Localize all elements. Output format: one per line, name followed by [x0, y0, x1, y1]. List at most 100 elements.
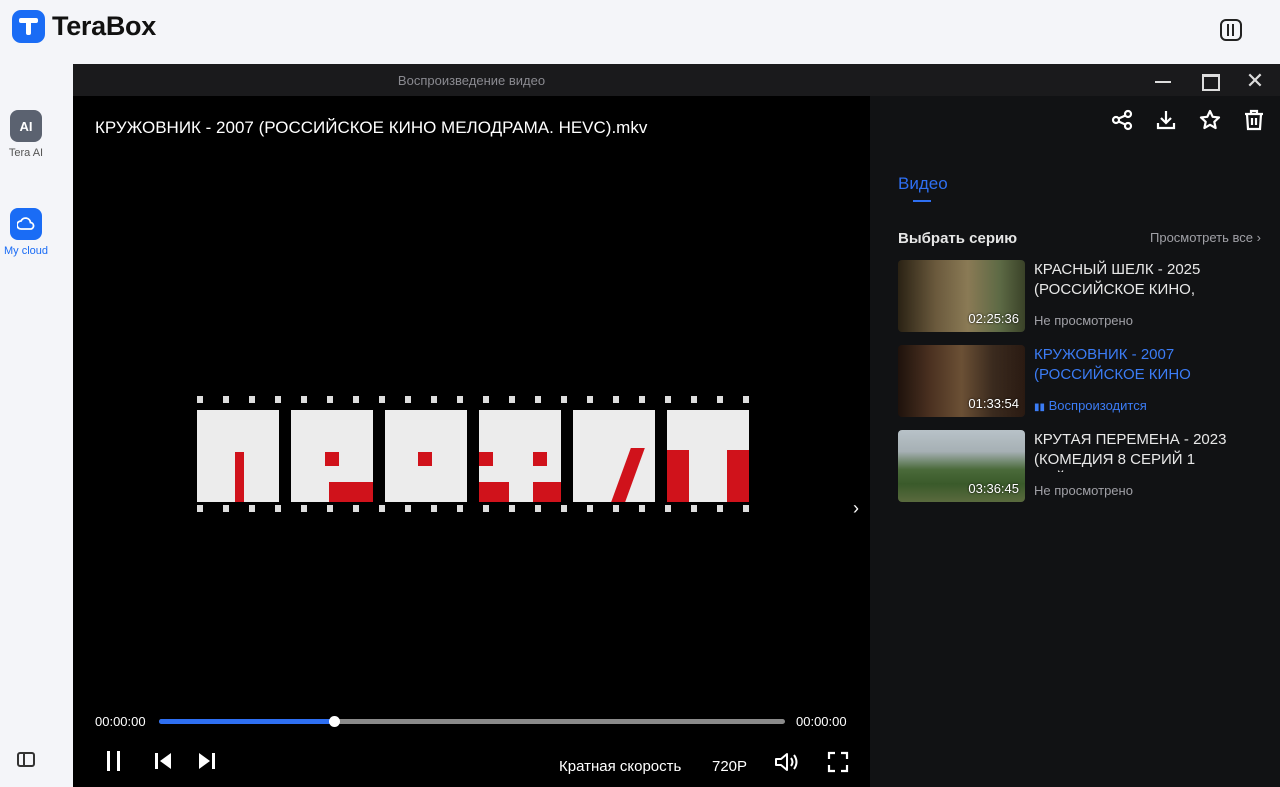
player-title-bar: Воспроизведение видео ✕	[73, 64, 1280, 96]
episode-title: КРУЖОВНИК - 2007 (РОССИЙСКОЕ КИНО МЕЛОДР…	[1034, 346, 1191, 387]
episode-status: Не просмотрено	[1034, 483, 1133, 498]
frame-letter-mark	[223, 505, 229, 512]
progress-fill	[159, 719, 335, 724]
video-file-title: КРУЖОВНИК - 2007 (РОССИЙСКОЕ КИНО МЕЛОДР…	[95, 118, 648, 137]
episode-thumbnail: 02:25:36	[898, 260, 1025, 332]
episode-item[interactable]: 01:33:54 КРУЖОВНИК - 2007 (РОССИЙСКОЕ КИ…	[898, 345, 1270, 417]
frame-letter-mark	[327, 396, 333, 403]
episode-duration: 03:36:45	[968, 481, 1019, 496]
frame-letter-mark	[613, 505, 619, 512]
frame-letter-mark	[587, 396, 593, 403]
star-icon[interactable]	[1198, 108, 1222, 132]
frame-letter-mark	[509, 505, 515, 512]
current-time: 00:00:00	[95, 714, 146, 729]
ai-icon: AI	[10, 110, 42, 142]
chevron-right-icon[interactable]: ›	[853, 498, 859, 519]
panel-actions	[1110, 108, 1266, 132]
sidebar-item-my-cloud[interactable]: My cloud	[0, 208, 52, 257]
chevron-right-icon: ›	[1256, 230, 1261, 245]
close-button[interactable]: ✕	[1243, 70, 1267, 92]
episode-status: Не просмотрено	[1034, 313, 1133, 328]
trash-icon[interactable]	[1242, 108, 1266, 132]
volume-icon[interactable]	[773, 751, 799, 773]
fullscreen-icon[interactable]	[827, 751, 849, 773]
cloud-icon	[10, 208, 42, 240]
frame-letter-mark	[249, 505, 255, 512]
frame-letter-mark	[353, 505, 359, 512]
video-frame-image	[197, 396, 749, 516]
sidebar-item-label: My cloud	[3, 245, 49, 257]
frame-letter-mark	[379, 505, 385, 512]
frame-letter-mark	[691, 505, 697, 512]
frame-letter-mark	[431, 505, 437, 512]
episode-title: КРУТАЯ ПЕРЕМЕНА - 2023 (КОМЕДИЯ 8 СЕРИЙ …	[1034, 431, 1227, 472]
frame-letter-mark	[301, 396, 307, 403]
episode-item[interactable]: 03:36:45 КРУТАЯ ПЕРЕМЕНА - 2023 (КОМЕДИЯ…	[898, 430, 1270, 502]
frame-letter-mark	[743, 396, 749, 403]
frame-letter-mark	[535, 505, 541, 512]
download-icon[interactable]	[1154, 108, 1178, 132]
episode-status-label: Воспроизодится	[1048, 398, 1147, 413]
maximize-button[interactable]	[1197, 70, 1221, 92]
frame-letter-mark	[431, 396, 437, 403]
frame-letter-mark	[561, 396, 567, 403]
next-button[interactable]	[197, 751, 217, 771]
video-player-window: Воспроизведение видео ✕ КРУЖОВНИК - 2007…	[73, 64, 1280, 787]
episode-status: ▮▮ Воспроизодится	[1034, 398, 1147, 413]
frame-letter-mark	[717, 505, 723, 512]
video-area[interactable]: КРУЖОВНИК - 2007 (РОССИЙСКОЕ КИНО МЕЛОДР…	[73, 96, 870, 787]
app-name: TeraBox	[52, 11, 156, 41]
frame-letter-mark	[405, 505, 411, 512]
sidebar-item-tera-ai[interactable]: AI Tera AI	[0, 110, 52, 159]
frame-letter-mark	[561, 505, 567, 512]
sidebar-collapse-icon[interactable]	[17, 752, 35, 767]
tab-active-indicator	[913, 200, 931, 202]
top-bar: TeraBox	[0, 0, 1280, 64]
window-title: Воспроизведение видео	[397, 73, 546, 88]
frame-letter-mark	[665, 505, 671, 512]
view-all-link[interactable]: Просмотреть все ›	[1150, 230, 1261, 245]
share-icon[interactable]	[1110, 108, 1134, 132]
frame-letter-mark	[275, 505, 281, 512]
frame-letter-mark	[483, 396, 489, 403]
frame-letter-mark	[639, 396, 645, 403]
progress-bar[interactable]	[159, 716, 785, 727]
minimize-button[interactable]	[1151, 70, 1175, 92]
episode-thumbnail: 03:36:45	[898, 430, 1025, 502]
episode-duration: 01:33:54	[968, 396, 1019, 411]
frame-letter-mark	[197, 505, 203, 512]
total-time: 00:00:00	[796, 714, 847, 729]
view-all-label: Просмотреть все	[1150, 230, 1253, 245]
frame-letter-mark	[483, 505, 489, 512]
frame-letter-mark	[535, 396, 541, 403]
episode-thumbnail: 01:33:54	[898, 345, 1025, 417]
episode-panel: Видео Выбрать серию Просмотреть все › 02…	[870, 96, 1280, 787]
episode-duration: 02:25:36	[968, 311, 1019, 326]
quality-button[interactable]: 720P	[712, 758, 747, 775]
frame-letter-mark	[249, 396, 255, 403]
frame-letter-mark	[223, 396, 229, 403]
frame-letter-mark	[691, 396, 697, 403]
frame-letter-mark	[327, 505, 333, 512]
frame-letter-mark	[587, 505, 593, 512]
frame-letter-mark	[717, 396, 723, 403]
episode-title: КРАСНЫЙ ШЕЛК - 2025 (РОССИЙСКОЕ КИНО, ДЕ…	[1034, 261, 1201, 302]
playing-bars-icon: ▮▮	[1034, 402, 1046, 413]
tab-video[interactable]: Видео	[898, 174, 948, 194]
transfer-icon[interactable]	[1220, 19, 1242, 41]
frame-letter-mark	[613, 396, 619, 403]
sidebar-item-label: Tera AI	[8, 147, 44, 159]
section-title: Выбрать серию	[898, 230, 1018, 247]
sidebar: AI Tera AI My cloud	[0, 64, 64, 787]
playback-speed-button[interactable]: Кратная скорость	[559, 758, 681, 775]
terabox-logo-icon	[12, 10, 45, 43]
frame-letter-mark	[509, 396, 515, 403]
frame-letter-mark	[639, 505, 645, 512]
terabox-logo[interactable]: TeraBox	[12, 10, 156, 43]
previous-button[interactable]	[153, 751, 173, 771]
pause-button[interactable]	[105, 751, 123, 771]
progress-thumb[interactable]	[329, 716, 341, 727]
episode-item[interactable]: 02:25:36 КРАСНЫЙ ШЕЛК - 2025 (РОССИЙСКОЕ…	[898, 260, 1270, 332]
frame-letter-mark	[353, 396, 359, 403]
frame-letter-mark	[457, 396, 463, 403]
